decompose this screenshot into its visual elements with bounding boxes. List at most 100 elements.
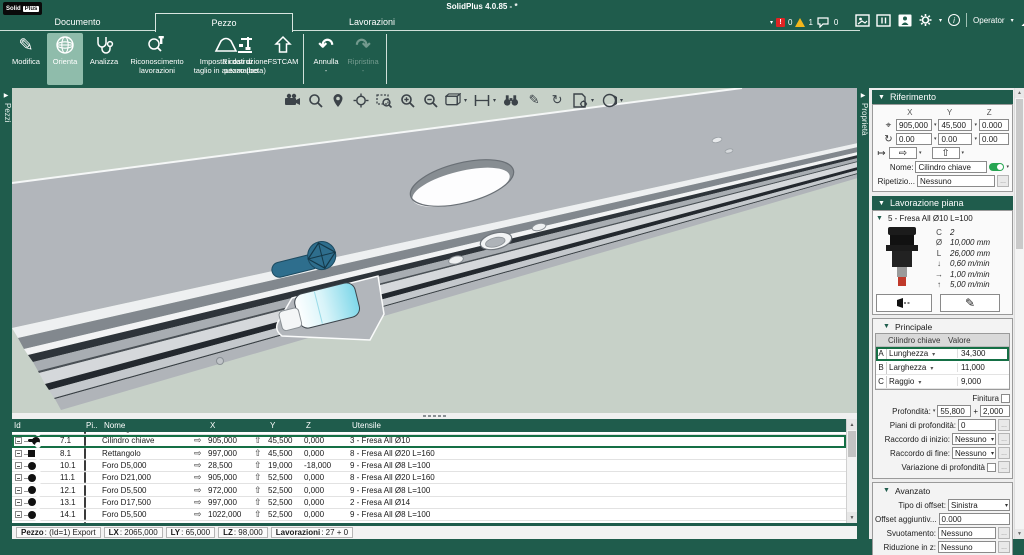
scroll-up-icon[interactable]: ▲ <box>847 419 857 430</box>
profondita-extra-input[interactable]: 2,000 <box>980 405 1010 417</box>
piani-browse-button[interactable]: ... <box>998 419 1010 431</box>
position-z-input[interactable]: 0.000 <box>979 119 1009 131</box>
tool-edit-button[interactable]: ✎ <box>940 294 1000 312</box>
finitura-checkbox[interactable] <box>1001 394 1010 403</box>
parameter-row[interactable]: B Larghezza 11,000 <box>876 361 1009 375</box>
render-mode-icon[interactable] <box>601 92 617 108</box>
profondita-input[interactable]: 55,800 <box>937 405 972 417</box>
expander-icon[interactable] <box>15 474 28 482</box>
rotation-z-input[interactable]: 0.00 <box>979 133 1009 145</box>
section-riferimento-header[interactable]: ▼ Riferimento <box>872 90 1013 104</box>
scroll-down-icon[interactable]: ▼ <box>1015 529 1024 539</box>
user-icon[interactable] <box>1020 13 1024 27</box>
table-row[interactable]: ⇨ ⇧ <box>12 521 846 523</box>
rotation-x-input[interactable]: 0.00 <box>895 133 932 145</box>
chevron-down-icon[interactable]: ▾ <box>934 136 937 142</box>
measure-icon[interactable] <box>474 92 490 108</box>
table-row[interactable]: 10.1 Foro D5,000 ⇨ 28,500 ⇧ 19,000 -18,0… <box>12 459 846 473</box>
expander-icon[interactable] <box>15 437 28 445</box>
chevron-down-icon[interactable]: ▾ <box>464 97 467 104</box>
binoculars-icon[interactable] <box>503 92 519 108</box>
orienta-button[interactable]: Orienta <box>47 33 83 85</box>
col-z[interactable]: Z <box>304 421 350 430</box>
scroll-down-icon[interactable]: ▼ <box>847 512 857 523</box>
fstcam-button[interactable]: FSTCAM <box>266 33 300 85</box>
nome-input[interactable]: Cilindro chiave <box>915 161 988 173</box>
section-lavorazione-header[interactable]: ▼ Lavorazione piana <box>872 196 1013 210</box>
parameter-name[interactable]: Lunghezza <box>887 349 957 358</box>
gear-icon[interactable] <box>918 13 933 27</box>
parameter-name[interactable]: Larghezza <box>887 363 957 372</box>
chevron-down-icon[interactable]: ▾ <box>962 150 965 156</box>
raccordo-fine-select[interactable]: Nessuno <box>952 447 996 459</box>
tool-collapse-icon[interactable]: ▼ <box>876 215 883 222</box>
table-row[interactable]: 7.1 Cilindro chiave ⇨ 905,000 ⇧ 45,500 0… <box>12 435 846 448</box>
expander-icon[interactable] <box>15 449 28 457</box>
tab-lavorazioni[interactable]: Lavorazioni <box>293 13 451 31</box>
annotate-icon[interactable]: ✎ <box>526 92 542 108</box>
operator-chevron-icon[interactable]: ▾ <box>1011 17 1014 24</box>
offset-aggiuntivo-input[interactable]: 0.000 <box>938 513 1010 525</box>
rotation-y-input[interactable]: 0.00 <box>938 133 973 145</box>
parameter-name[interactable]: Raggio <box>887 377 957 386</box>
collapse-icon[interactable]: ▼ <box>883 323 890 330</box>
panel-scrollbar[interactable]: ▲ ▼ <box>1014 88 1024 539</box>
table-row[interactable]: 13.1 Foro D17,500 ⇨ 997,000 ⇧ 52,500 0,0… <box>12 496 846 510</box>
chevron-down-icon[interactable]: ▾ <box>933 408 936 414</box>
zoom-out-icon[interactable] <box>422 92 438 108</box>
left-panel-tab-pezzi[interactable]: ▶ Pezzi <box>0 88 12 539</box>
parameter-row[interactable]: C Raggio 9,000 <box>876 375 1009 389</box>
chevron-down-icon[interactable]: ▾ <box>1006 164 1009 170</box>
tool-select-button[interactable] <box>876 294 932 312</box>
chevron-down-icon[interactable]: ▾ <box>974 122 977 128</box>
expander-icon[interactable] <box>15 498 28 506</box>
parameter-row[interactable]: A Lunghezza 34,300 <box>876 347 1009 361</box>
parameter-value[interactable]: 34,300 <box>957 349 1009 358</box>
ripetizione-browse-button[interactable]: ... <box>997 175 1009 187</box>
variazione-browse-button[interactable]: ... <box>998 461 1010 473</box>
annulla-button[interactable]: ↶ Annulla - <box>308 33 344 85</box>
chevron-down-icon[interactable]: ▾ <box>493 97 496 104</box>
tab-pezzo[interactable]: Pezzo <box>155 13 293 32</box>
piani-input[interactable]: 0 <box>958 419 996 431</box>
right-panel-tab-proprieta[interactable]: ▶ Proprietà <box>857 88 869 539</box>
section-avanzato-header[interactable]: ▼ Avanzato <box>875 484 1010 497</box>
table-scrollbar[interactable]: ▲ ▼ <box>846 419 857 523</box>
direction-2-button[interactable]: ⇧ <box>931 147 960 159</box>
riduzione-browse-button[interactable]: ... <box>998 541 1010 553</box>
table-row[interactable]: 14.1 Foro D5,500 ⇨ 1022,000 ⇧ 52,500 0,0… <box>12 509 846 522</box>
col-id[interactable]: Id <box>12 421 28 430</box>
pin-icon[interactable] <box>330 92 346 108</box>
tool-title[interactable]: 5 - Fresa All Ø10 L=100 <box>888 214 973 223</box>
views-icon[interactable] <box>445 92 461 108</box>
chevron-down-icon[interactable]: ▾ <box>934 122 937 128</box>
parameter-value[interactable]: 9,000 <box>957 377 1009 386</box>
info-icon[interactable]: i <box>948 14 961 26</box>
zoom-in-icon[interactable] <box>399 92 415 108</box>
expander-icon[interactable] <box>15 486 28 494</box>
tab-documento[interactable]: Documento <box>0 13 155 31</box>
raccordo-inizio-select[interactable]: Nessuno <box>952 433 996 445</box>
ripetizione-input[interactable]: Nessuno <box>917 175 995 187</box>
direction-1-button[interactable]: ⇨ <box>889 147 917 159</box>
scrollbar-thumb[interactable] <box>1016 99 1023 249</box>
col-utensile[interactable]: Utensile <box>350 421 846 430</box>
chevron-down-icon[interactable]: ▾ <box>974 136 977 142</box>
document-settings-icon[interactable] <box>572 92 588 108</box>
position-y-input[interactable]: 45,500 <box>938 119 973 131</box>
table-row[interactable]: 8.1 Rettangolo ⇨ 997,000 ⇧ 45,500 0,000 … <box>12 447 846 460</box>
col-pic[interactable]: Pi.. <box>84 421 102 430</box>
table-row[interactable]: 12.1 Foro D5,500 ⇨ 972,000 ⇧ 52,500 0,00… <box>12 484 846 497</box>
section-principale-header[interactable]: ▼ Principale <box>875 320 1010 333</box>
machine-panel-icon[interactable] <box>876 13 891 27</box>
ripristina-button[interactable]: ↷ Ripristina - <box>343 33 383 85</box>
modifica-button[interactable]: ✎ Modifica <box>6 33 46 85</box>
position-x-input[interactable]: 905,000 <box>895 119 932 131</box>
gear-chevron-icon[interactable]: ▾ <box>939 17 942 24</box>
analizza-button[interactable]: Analizza <box>84 33 124 85</box>
svuotamento-input[interactable]: Nessuno <box>938 527 996 539</box>
table-row[interactable]: 11.1 Foro D21,000 ⇨ 905,000 ⇧ 52,500 0,0… <box>12 472 846 485</box>
chevron-down-icon[interactable]: ▾ <box>591 97 594 104</box>
scrollbar-thumb[interactable] <box>848 431 856 457</box>
collapse-icon[interactable]: ▼ <box>878 94 885 101</box>
